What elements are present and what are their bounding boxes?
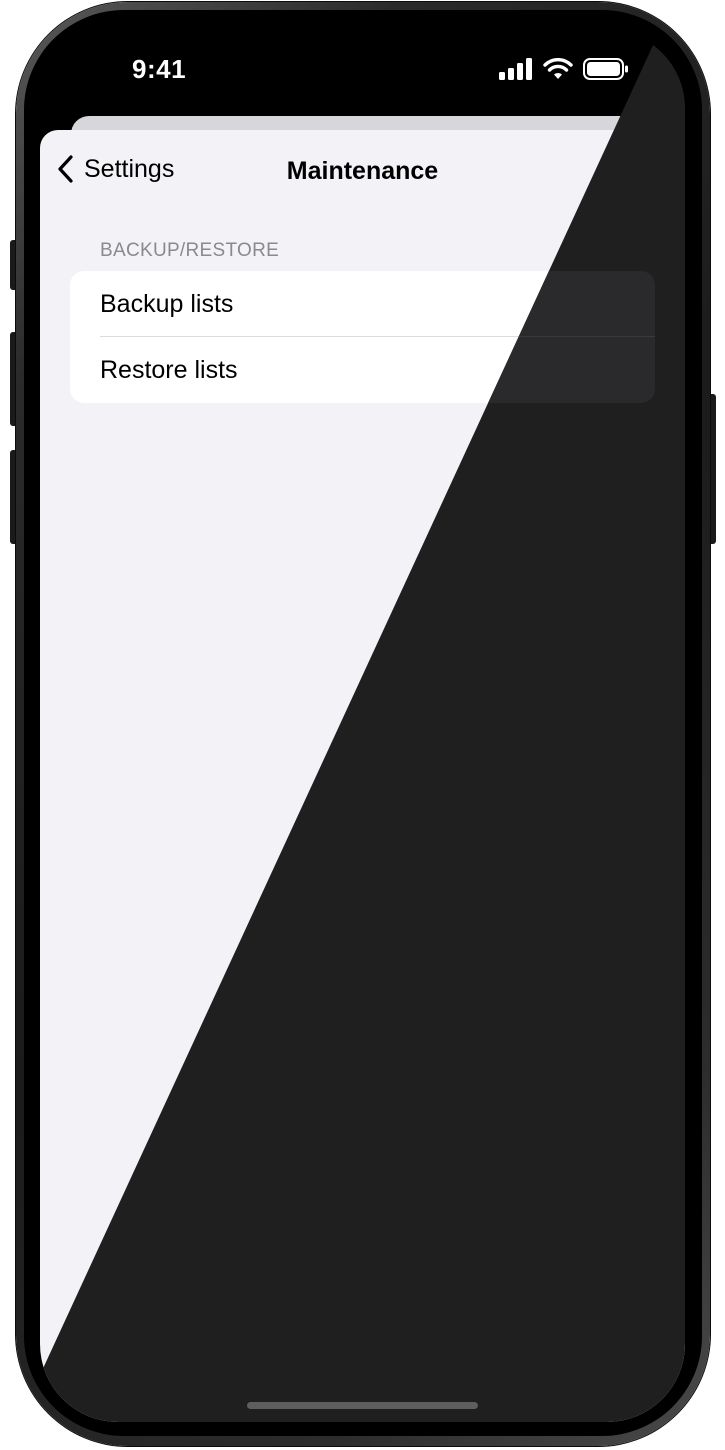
battery-icon <box>583 58 628 80</box>
section-header: BACKUP/RESTORE <box>100 240 280 261</box>
status-icons <box>499 58 629 80</box>
status-time: 9:41 <box>132 54 187 84</box>
chevron-right-icon <box>612 295 624 315</box>
backup-restore-group: Backup lists Restore lists <box>70 271 655 403</box>
row-label: Backup lists <box>100 289 234 318</box>
device-stage: 9:41 Settings Maintenance BACKUP/RESTORE… <box>0 0 725 1450</box>
phone-screen: 9:41 Settings Maintenance BACKUP/RESTORE… <box>40 30 685 1422</box>
page-title: Maintenance <box>286 157 439 185</box>
backup-lists-row[interactable]: Backup lists <box>70 271 655 337</box>
restore-lists-row[interactable]: Restore lists <box>70 337 655 403</box>
wifi-icon <box>543 58 573 79</box>
row-label: Restore lists <box>100 355 238 384</box>
chevron-right-icon <box>612 361 624 381</box>
signal-icon <box>499 58 532 80</box>
status-bar: 9:41 <box>40 30 685 120</box>
maintenance-sheet: Settings Maintenance BACKUP/RESTORE Back… <box>40 130 685 1422</box>
home-indicator[interactable] <box>247 1402 478 1409</box>
navigation-bar: Settings Maintenance <box>40 130 685 214</box>
